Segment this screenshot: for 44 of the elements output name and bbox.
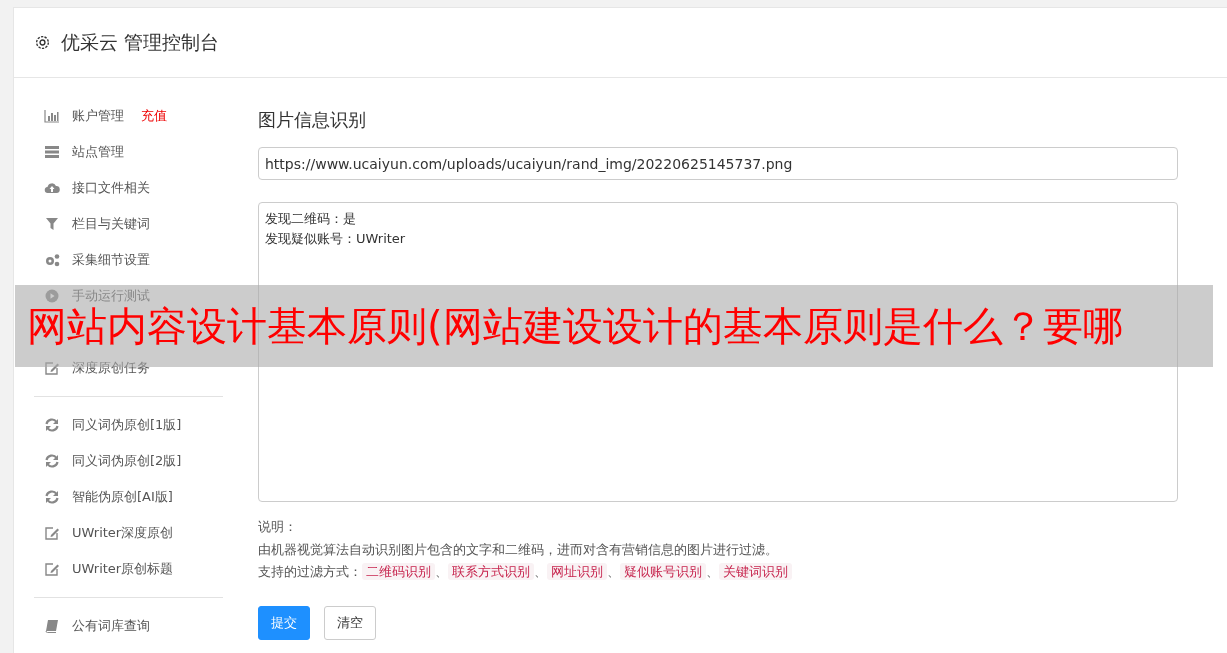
separator: 、 [607, 564, 620, 579]
method-tag: 疑似账号识别 [620, 563, 706, 580]
sidebar-link[interactable]: 同义词伪原创[2版] [72, 452, 182, 470]
sidebar-link[interactable]: UWriter深度原创 [72, 524, 174, 542]
separator: 、 [706, 564, 719, 579]
filter-icon [44, 217, 60, 231]
sidebar-link[interactable]: UWriter原创标题 [72, 560, 174, 578]
methods-label: 支持的过滤方式： [258, 564, 362, 579]
section-title: 图片信息识别 [258, 108, 367, 132]
recharge-link[interactable]: 充值 [141, 107, 167, 125]
method-tag: 二维码识别 [362, 563, 435, 580]
settings-icon [34, 34, 51, 51]
url-input-field[interactable]: https://www.ucaiyun.com/uploads/ucaiyun/rand_img/20220625145737.png [258, 147, 1178, 180]
method-tag: 网址识别 [547, 563, 607, 580]
sidebar-link[interactable]: 站点管理 [72, 143, 124, 161]
edit-icon [44, 562, 60, 576]
separator: 、 [534, 564, 547, 579]
cloud-upload-icon [44, 181, 60, 195]
gears-icon [44, 253, 60, 267]
method-tag: 关键词识别 [719, 563, 792, 580]
method-tag: 联系方式识别 [448, 563, 534, 580]
server-icon [44, 145, 60, 159]
clear-button[interactable]: 清空 [324, 605, 376, 640]
bar-chart-icon [44, 109, 60, 123]
result-line: 发现二维码：是 [265, 210, 357, 228]
refresh-icon [44, 490, 60, 504]
sidebar-link[interactable]: 账户管理 [72, 107, 124, 125]
notes-heading: 说明： [258, 518, 298, 536]
separator: 、 [435, 564, 448, 579]
play-icon [44, 289, 60, 303]
notes-description: 由机器视觉算法自动识别图片包含的文字和二维码，进而对含有营销信息的图片进行过滤。 [258, 540, 779, 559]
sidebar-link[interactable]: 接口文件相关 [72, 179, 150, 197]
edit-icon [44, 361, 60, 375]
console-title: 优采云 管理控制台 [61, 29, 220, 55]
refresh-icon [44, 418, 60, 432]
refresh-icon [44, 454, 60, 468]
sidebar-link[interactable]: 栏目与关键词 [72, 215, 150, 233]
sidebar-link[interactable]: 智能伪原创[AI版] [72, 488, 173, 506]
result-line: 发现疑似账号：UWriter [265, 230, 407, 248]
book-icon [44, 619, 60, 633]
sidebar-link[interactable]: 采集细节设置 [72, 251, 150, 269]
sidebar-link[interactable]: 公有词库查询 [72, 617, 150, 635]
sidebar-link[interactable]: 同义词伪原创[1版] [72, 416, 182, 434]
edit-icon [44, 526, 60, 540]
